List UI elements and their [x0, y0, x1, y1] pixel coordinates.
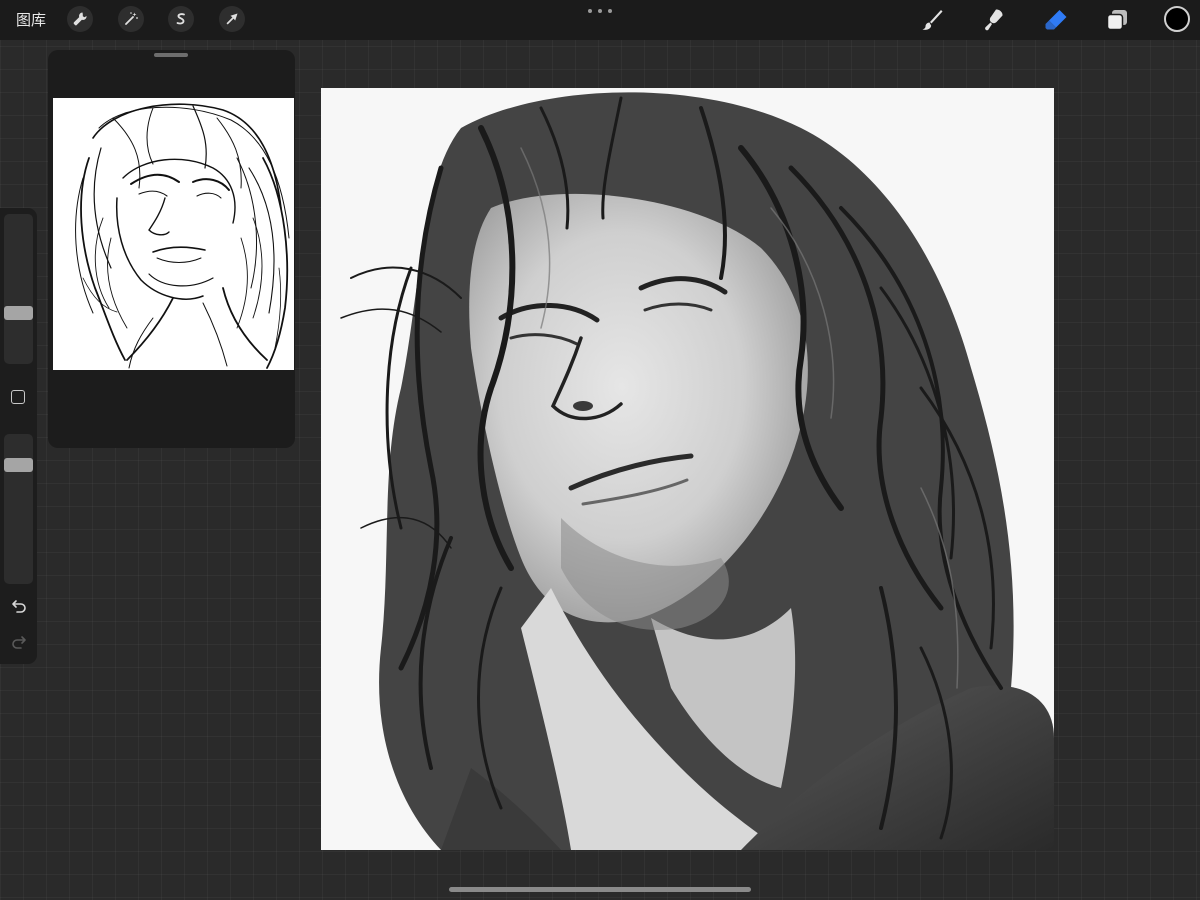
undo-button[interactable] — [9, 596, 29, 616]
brush-icon — [922, 10, 943, 30]
portrait-artwork — [321, 88, 1054, 850]
undo-icon — [12, 600, 26, 613]
reference-panel-grabber[interactable] — [154, 53, 188, 57]
selection-s-icon — [176, 13, 185, 25]
dot — [598, 9, 602, 13]
layers-icon — [1106, 10, 1127, 31]
reference-panel[interactable] — [48, 50, 295, 448]
color-picker-button[interactable] — [1164, 6, 1190, 32]
smudge-tool-button[interactable] — [980, 6, 1008, 34]
drawing-canvas[interactable] — [321, 88, 1054, 850]
redo-button[interactable] — [9, 632, 29, 652]
home-indicator[interactable] — [449, 887, 751, 892]
actions-button[interactable] — [67, 6, 93, 32]
left-sidebar — [0, 208, 37, 664]
opacity-handle[interactable] — [4, 458, 33, 472]
gallery-button[interactable]: 图库 — [16, 10, 46, 30]
more-options-handle[interactable] — [588, 6, 612, 16]
dot — [588, 9, 592, 13]
adjustments-button[interactable] — [118, 6, 144, 32]
magic-wand-icon — [125, 12, 138, 25]
opacity-slider[interactable] — [4, 434, 33, 584]
sketch-drawing — [75, 103, 290, 369]
transform-button[interactable] — [219, 6, 245, 32]
wrench-icon — [73, 12, 87, 26]
modify-button[interactable] — [11, 390, 25, 404]
redo-icon — [12, 636, 26, 649]
reference-sketch-image — [53, 98, 294, 370]
dot — [608, 9, 612, 13]
brush-size-slider[interactable] — [4, 214, 33, 364]
arrow-cursor-icon — [226, 13, 238, 25]
layers-button[interactable] — [1103, 6, 1131, 34]
smudge-icon — [985, 9, 1003, 31]
procreate-app: 图库 — [0, 0, 1200, 900]
brush-tool-button[interactable] — [918, 6, 946, 34]
eraser-tool-button[interactable] — [1042, 6, 1070, 34]
eraser-icon — [1045, 10, 1067, 30]
selection-button[interactable] — [168, 6, 194, 32]
top-toolbar: 图库 — [0, 0, 1200, 40]
brush-size-handle[interactable] — [4, 306, 33, 320]
